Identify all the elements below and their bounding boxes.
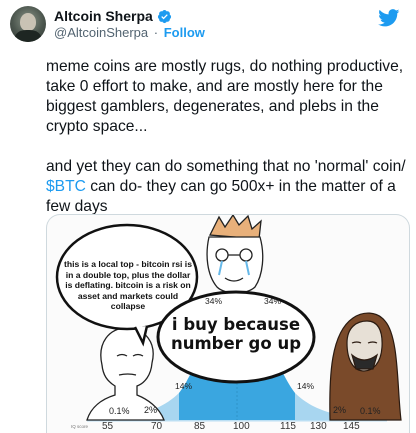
percent-right-mid: 14% [297, 381, 315, 391]
btc-cashtag-link[interactable]: $BTC [46, 178, 86, 195]
avatar-face [20, 13, 36, 31]
twitter-bird-icon[interactable] [378, 9, 400, 27]
iq-score-caption: IQ score [71, 424, 89, 429]
left-bubble-text: this is a local top - bitcoin rsi is in … [64, 259, 192, 312]
tweet-header: Altcoin Sherpa @AltcoinSherpa · Follow [10, 6, 406, 46]
percent-left-outer: 2% [144, 405, 158, 415]
follow-button[interactable]: Follow [164, 25, 205, 40]
tweet-paragraph-1: meme coins are mostly rugs, do nothing p… [46, 58, 408, 135]
right-character-drawing [329, 312, 402, 421]
author-handle[interactable]: @AltcoinSherpa [54, 25, 148, 40]
profile-avatar[interactable] [10, 6, 46, 42]
author-handle-row: @AltcoinSherpa · Follow [54, 25, 205, 40]
percent-right-tail: 0.1% [360, 406, 381, 416]
percent-right-inner: 34% [264, 296, 282, 306]
percent-left-mid: 14% [175, 381, 193, 391]
iq-score-100: 100 [233, 421, 250, 432]
author-name-row: Altcoin Sherpa [54, 7, 172, 25]
iq-score-85: 85 [194, 421, 206, 432]
meme-image[interactable]: this is a local top - bitcoin rsi is in … [46, 214, 410, 433]
center-character-drawing [206, 215, 264, 294]
iq-score-70: 70 [151, 421, 163, 432]
author-display-name[interactable]: Altcoin Sherpa [54, 8, 153, 24]
center-bubble-text: i buy because number go up [170, 315, 302, 353]
percent-right-outer: 2% [333, 405, 347, 415]
iq-score-55: 55 [102, 421, 114, 432]
tweet-text-after-cashtag: can do- they can go 500x+ in the matter … [46, 178, 401, 215]
verified-badge-icon [157, 9, 171, 23]
percent-left-inner: 34% [205, 296, 223, 306]
iq-score-145: 145 [343, 421, 360, 432]
tweet-text-before-cashtag: and yet they can do something that no 'n… [46, 158, 410, 175]
tweet-paragraph-2: and yet they can do something that no 'n… [46, 157, 412, 217]
iq-score-130: 130 [310, 421, 327, 432]
iq-score-115: 115 [280, 421, 296, 432]
tweet-body: meme coins are mostly rugs, do nothing p… [46, 57, 412, 217]
avatar-body [15, 30, 41, 42]
percent-left-tail: 0.1% [109, 406, 130, 416]
tweet-card: Altcoin Sherpa @AltcoinSherpa · Follow m… [0, 0, 416, 433]
handle-separator: · [153, 25, 159, 40]
